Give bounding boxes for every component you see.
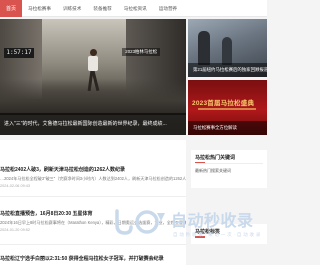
card-person-silhouette bbox=[222, 37, 232, 65]
side-card-newyork[interactable]: 第21届纽约马拉松赛后的独家回顾报道 bbox=[188, 19, 267, 77]
news-item[interactable]: 马拉松辽宁选手白丽以2:31:50 获得全程马拉松女子冠军，并打破赛会纪录 bbox=[0, 255, 186, 262]
panel-subtitle[interactable]: 最新热门搜索关键词 bbox=[195, 168, 231, 174]
divider bbox=[195, 163, 263, 164]
nav-item-marathon-events[interactable]: 马拉松赛事 bbox=[22, 0, 57, 17]
news-date: 2024-02-06 09:43 bbox=[0, 184, 30, 188]
news-title[interactable]: 马拉松辽宁选手白丽以2:31:50 获得全程马拉松女子冠军，并打破赛会纪录 bbox=[0, 255, 186, 262]
watermark-overlay: 自动秒收录 自 动 秒 收 录 · 来 访 一 次 · 自 动 收 录 bbox=[113, 205, 273, 245]
gala-banner-text: 2023首届马拉松盛典 bbox=[192, 100, 255, 107]
news-list: 马拉松2402人破3，刷新天津马拉松创造的1262人数纪录 …2024年马拉松全… bbox=[0, 140, 186, 265]
nav-item-news[interactable]: 马拉松资讯 bbox=[118, 0, 153, 17]
watermark-logo-icon bbox=[115, 209, 165, 235]
side-card-caption[interactable]: 马拉松赛事全方位解读 bbox=[188, 121, 267, 135]
side-card-gala[interactable]: 2023首届马拉松盛典 马拉松赛事全方位解读 bbox=[188, 80, 267, 135]
runner-figure bbox=[86, 49, 100, 93]
nav-home[interactable]: 首页 bbox=[0, 0, 22, 17]
watermark-subtitle: 自 动 秒 收 录 · 来 访 一 次 · 自 动 收 录 bbox=[173, 232, 261, 237]
news-item[interactable]: 马拉松2402人破3，刷新天津马拉松创造的1262人数纪录 …2024年马拉松全… bbox=[0, 166, 186, 188]
hot-keywords-panel: 马拉松热门关键词 最新热门搜索关键词 bbox=[191, 150, 267, 188]
watermark-title: 自动秒收录 bbox=[171, 213, 254, 230]
side-card-caption[interactable]: 第21届纽约马拉松赛后的独家回顾报道 bbox=[188, 63, 267, 77]
gala-banner-rule bbox=[198, 108, 256, 110]
race-clock: 1:57:17 bbox=[4, 48, 34, 58]
divider bbox=[0, 196, 186, 197]
news-title[interactable]: 马拉松2402人破3，刷新天津马拉松创造的1262人数纪录 bbox=[0, 166, 186, 173]
panel-title: 马拉松热门关键词 bbox=[195, 155, 236, 161]
nav-item-training[interactable]: 训练技术 bbox=[57, 0, 87, 17]
card-person-silhouette bbox=[198, 31, 210, 65]
nav-item-nutrition[interactable]: 运动营养 bbox=[153, 0, 183, 17]
nav-item-gear[interactable]: 装备推荐 bbox=[87, 0, 117, 17]
hero-badge: 2023柏林马拉松 bbox=[122, 48, 160, 56]
hero-slider[interactable]: 1:57:17 2023柏林马拉松 进入"三"的时代，艾鲁德马拉松最新国际创造最… bbox=[0, 19, 186, 135]
hero-caption[interactable]: 进入"三"的时代，艾鲁德马拉松最新国际创造最新的世界纪录，最终成绩... bbox=[0, 113, 186, 135]
top-navigation: 首页 马拉松赛事 训练技术 装备推荐 马拉松资讯 运动营养 bbox=[0, 0, 267, 17]
news-summary: …2024年马拉松全程破3"破三"（完赛净时间3小时内）人数达到2402人，刷新… bbox=[0, 176, 186, 181]
